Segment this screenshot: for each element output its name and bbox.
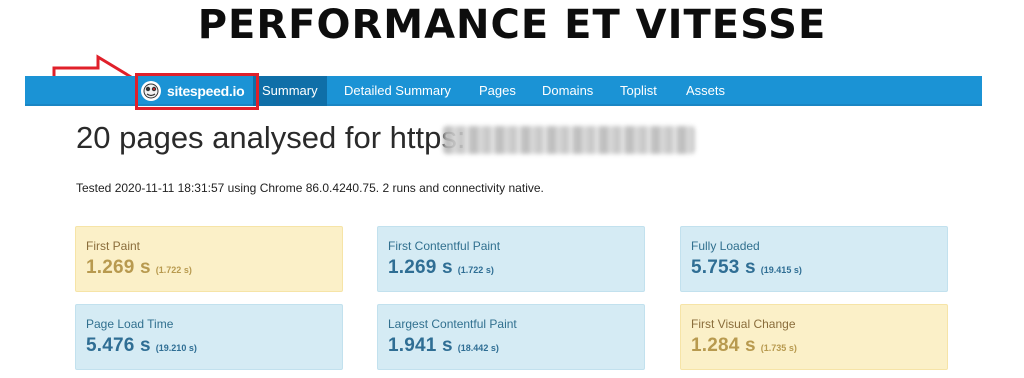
metric-label: Fully Loaded <box>691 239 760 253</box>
tab-assets[interactable]: Assets <box>677 76 734 106</box>
metric-value: 1.269 s <box>86 257 151 278</box>
metric-label: Largest Contentful Paint <box>388 317 517 331</box>
test-info: Tested 2020-11-11 18:31:57 using Chrome … <box>76 181 544 195</box>
metric-sub-value: (1.722 s) <box>155 265 192 275</box>
metric-card-first-visual-change: First Visual Change 1.284 s (1.735 s) <box>680 304 948 370</box>
metric-sub-value: (19.415 s) <box>760 265 802 275</box>
metric-card-largest-contentful-paint: Largest Contentful Paint 1.941 s (18.442… <box>377 304 645 370</box>
metric-sub-value: (1.735 s) <box>760 343 797 353</box>
tab-domains[interactable]: Domains <box>533 76 602 106</box>
metric-sub-value: (1.722 s) <box>457 265 494 275</box>
metric-value: 1.284 s <box>691 335 756 356</box>
metric-value: 5.476 s <box>86 335 151 356</box>
metric-label: First Paint <box>86 239 141 253</box>
metric-label: Page Load Time <box>86 317 174 331</box>
metric-value: 1.941 s <box>388 335 453 356</box>
tab-summary[interactable]: Summary <box>253 76 327 106</box>
metric-value: 5.753 s <box>691 257 756 278</box>
metric-value: 1.269 s <box>388 257 453 278</box>
blurred-url <box>443 126 695 154</box>
brand-highlight-box <box>135 73 259 110</box>
metric-sub-value: (19.210 s) <box>155 343 197 353</box>
page-title: 20 pages analysed for https: <box>76 120 466 155</box>
metric-card-fully-loaded: Fully Loaded 5.753 s (19.415 s) <box>680 226 948 292</box>
metric-label: First Visual Change <box>691 317 796 331</box>
metric-card-first-contentful-paint: First Contentful Paint 1.269 s (1.722 s) <box>377 226 645 292</box>
metric-sub-value: (18.442 s) <box>457 343 499 353</box>
headline: PERFORMANCE ET VITESSE <box>197 2 827 48</box>
tab-detailed-summary[interactable]: Detailed Summary <box>335 76 460 106</box>
metric-card-first-paint: First Paint 1.269 s (1.722 s) <box>75 226 343 292</box>
tab-toplist[interactable]: Toplist <box>611 76 666 106</box>
tab-pages[interactable]: Pages <box>470 76 525 106</box>
metric-card-page-load-time: Page Load Time 5.476 s (19.210 s) <box>75 304 343 370</box>
metric-label: First Contentful Paint <box>388 239 501 253</box>
